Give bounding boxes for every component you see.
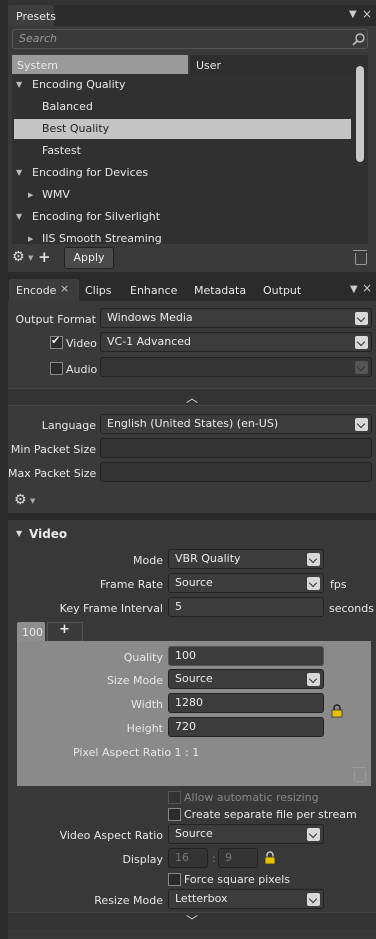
chevron-down-icon <box>355 336 368 349</box>
video-aspect-label: Video Aspect Ratio <box>59 829 163 842</box>
search-input[interactable]: Search <box>12 29 368 49</box>
delete-icon[interactable] <box>353 250 367 265</box>
audio-codec-select[interactable] <box>100 357 372 377</box>
min-packet-label: Min Packet Size <box>10 443 96 456</box>
tab-stream-100-label: 100 <box>22 626 43 639</box>
height-label: Height <box>126 722 163 735</box>
gear-icon[interactable]: ⚙ <box>14 492 27 508</box>
tree-item-fastest[interactable]: Fastest <box>12 141 348 161</box>
video-checkbox[interactable]: ✔ <box>50 334 63 349</box>
max-packet-input[interactable] <box>100 462 372 482</box>
audio-label: Audio <box>66 363 98 376</box>
pin-icon[interactable]: ▼ <box>349 9 357 20</box>
height-input[interactable]: 720 <box>168 717 324 737</box>
tree-item-wmv[interactable]: WMV <box>12 185 348 205</box>
resize-mode-label: Resize Mode <box>94 894 163 907</box>
frame-rate-label: Frame Rate <box>100 578 163 591</box>
search-icon[interactable] <box>352 32 366 46</box>
video-aspect-select[interactable]: Source <box>168 824 324 844</box>
quality-label: Quality <box>123 651 163 664</box>
pixel-aspect-ratio: Pixel Aspect Ratio 1 : 1 <box>73 746 200 759</box>
display-separator: : <box>212 852 216 865</box>
close-panel-icon[interactable]: × <box>362 281 372 295</box>
seconds-unit: seconds <box>329 602 374 615</box>
chevron-down-icon <box>307 577 320 590</box>
language-select[interactable]: English (United States) (en-US) <box>100 414 372 434</box>
language-label: Language <box>41 419 96 432</box>
width-label: Width <box>131 698 163 711</box>
separate-file-label: Create separate file per stream <box>184 808 357 821</box>
tree-group-encoding-devices[interactable]: Encoding for Devices <box>12 163 348 183</box>
size-mode-label: Size Mode <box>106 674 163 687</box>
tab-system-label: System <box>17 59 59 72</box>
gear-icon[interactable]: ⚙ <box>12 249 25 265</box>
output-format-select[interactable]: Windows Media <box>100 308 372 328</box>
fps-unit: fps <box>330 578 347 591</box>
display-height-input: 9 <box>218 848 258 868</box>
allow-resize-label: Allow automatic resizing <box>184 791 319 804</box>
tab-enhance[interactable]: Enhance <box>130 284 177 297</box>
tab-encode-label: Encode <box>16 284 57 297</box>
audio-checkbox[interactable] <box>50 362 63 375</box>
separate-file-checkbox[interactable] <box>168 808 181 821</box>
search-placeholder: Search <box>19 32 58 45</box>
tree-group-encoding-quality[interactable]: Encoding Quality <box>12 75 348 95</box>
chevron-down-icon[interactable]: ▼ <box>30 497 35 505</box>
chevron-down-icon[interactable]: ﹀ <box>186 912 198 929</box>
lock-icon[interactable] <box>264 851 276 865</box>
check-icon: ✔ <box>51 334 61 347</box>
chevron-down-icon <box>307 828 320 841</box>
video-label: Video <box>66 337 97 350</box>
apply-button[interactable]: Apply <box>64 247 114 269</box>
close-tab-icon[interactable]: × <box>60 282 69 295</box>
pin-icon[interactable]: ▼ <box>350 284 358 295</box>
force-square-label: Force square pixels <box>184 873 290 886</box>
size-mode-select[interactable]: Source <box>168 669 324 689</box>
delete-stream-icon[interactable] <box>352 767 366 782</box>
mode-select[interactable]: VBR Quality <box>168 549 324 569</box>
tree-item-iis-smooth[interactable]: IIS Smooth Streaming <box>12 229 348 244</box>
video-section-title: Video <box>29 527 68 541</box>
close-panel-icon[interactable]: × <box>362 7 372 21</box>
tab-metadata[interactable]: Metadata <box>194 284 246 297</box>
chevron-up-icon[interactable]: ︿ <box>186 389 198 406</box>
add-stream-icon[interactable]: + <box>59 622 70 637</box>
presets-title: Presets <box>16 10 57 23</box>
tab-clips[interactable]: Clips <box>85 284 112 297</box>
chevron-down-icon <box>355 361 368 374</box>
lock-icon[interactable] <box>331 704 343 718</box>
resize-mode-select[interactable]: Letterbox <box>168 889 324 909</box>
frame-rate-select[interactable]: Source <box>168 573 324 593</box>
key-frame-input[interactable]: 5 <box>168 597 324 617</box>
chevron-down-icon <box>355 418 368 431</box>
expand-video-icon[interactable]: ▼ <box>16 529 22 538</box>
chevron-down-icon <box>307 553 320 566</box>
allow-resize-checkbox <box>168 791 181 804</box>
output-format-label: Output Format <box>15 313 96 326</box>
quality-input[interactable]: 100 <box>168 646 324 666</box>
force-square-checkbox[interactable] <box>168 873 181 886</box>
display-label: Display <box>122 853 163 866</box>
chevron-down-icon <box>307 673 320 686</box>
chevron-down-icon <box>307 893 320 906</box>
chevron-down-icon[interactable]: ▼ <box>28 254 33 262</box>
tree-item-best-quality[interactable]: Best Quality <box>14 119 351 139</box>
mode-label: Mode <box>133 554 163 567</box>
display-width-input: 16 <box>168 848 208 868</box>
tab-user-label: User <box>196 59 222 72</box>
tab-output[interactable]: Output <box>263 284 301 297</box>
tree-group-encoding-silverlight[interactable]: Encoding for Silverlight <box>12 207 348 227</box>
tree-item-balanced[interactable]: Balanced <box>12 97 348 117</box>
width-input[interactable]: 1280 <box>168 693 324 713</box>
min-packet-input[interactable] <box>100 438 372 458</box>
tree-scrollbar[interactable] <box>356 66 364 162</box>
video-codec-select[interactable]: VC-1 Advanced <box>100 332 372 352</box>
presets-header <box>8 5 376 27</box>
preset-tree: Encoding Quality Balanced Best Quality F… <box>12 74 368 244</box>
add-icon[interactable]: + <box>38 248 51 266</box>
max-packet-label: Max Packet Size <box>8 467 97 480</box>
chevron-down-icon <box>355 312 368 325</box>
key-frame-label: Key Frame Interval <box>59 602 163 615</box>
